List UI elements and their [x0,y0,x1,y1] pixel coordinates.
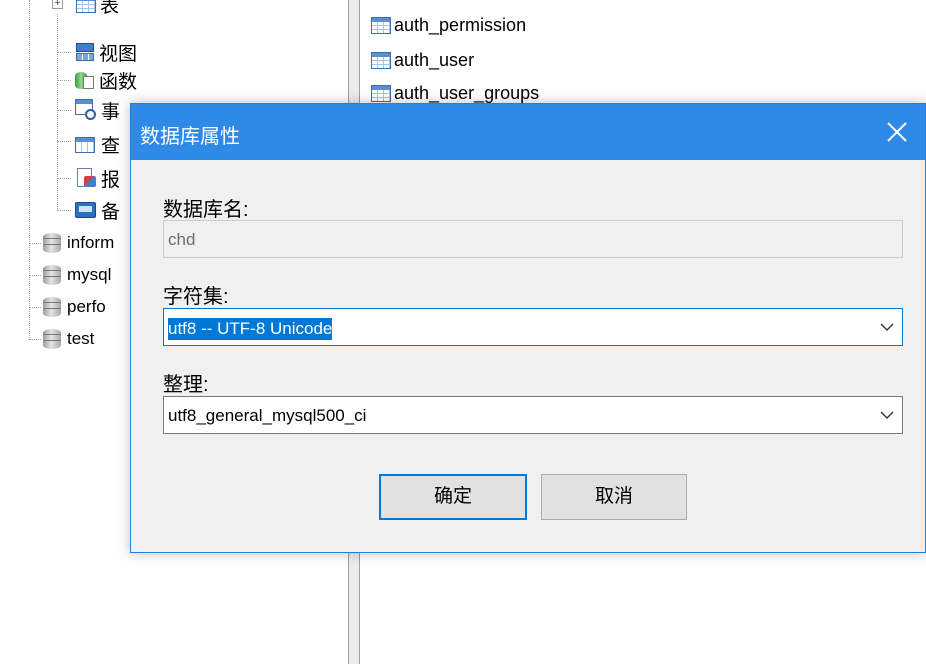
tree-node-label: 查 [101,135,121,157]
tree-node-events[interactable]: 事 [75,98,121,123]
collation-label: 整理: [163,374,209,396]
database-properties-dialog: 数据库属性 数据库名: chd 字符集: utf8 -- UTF-8 Unico… [130,103,926,553]
list-item-label: auth_user_groups [394,82,540,103]
tree-db-label: mysql [67,265,112,284]
tree-node-functions[interactable]: 函数 [75,68,138,93]
database-cylinder-icon [41,328,63,350]
tree-node-label: 事 [101,101,121,123]
tree-connector [57,178,71,179]
tree-node-label: 表 [100,0,120,17]
expand-toggle[interactable]: + [52,0,63,9]
ok-button[interactable]: 确定 [379,474,527,520]
tree-db-test[interactable]: test [41,327,94,351]
close-icon [887,122,907,142]
tree-db-performance-schema[interactable]: perfo [41,295,106,319]
tree-connector [57,14,58,211]
list-item-label: auth_user [394,49,475,70]
dialog-title: 数据库属性 [140,126,240,148]
list-item-table[interactable]: auth_user [371,47,474,73]
tree-db-label: test [67,329,95,348]
event-clock-icon [75,99,97,121]
tree-node-backups[interactable]: 备 [75,198,121,223]
tree-connector [29,0,30,340]
tree-db-label: perfo [67,297,106,316]
charset-select[interactable]: utf8 -- UTF-8 Unicode [163,308,903,346]
charset-value: utf8 -- UTF-8 Unicode [168,318,333,340]
list-item-label: auth_permission [394,14,527,35]
database-cylinder-icon [41,232,63,254]
tree-connector [57,141,71,142]
tree-db-information-schema[interactable]: inform [41,231,114,255]
tree-connector [29,339,41,340]
tree-connector [29,275,41,276]
view-icon [75,43,95,61]
tree-node-views[interactable]: 视图 [75,40,138,65]
tree-db-mysql[interactable]: mysql [41,263,111,287]
db-name-label: 数据库名: [163,199,249,221]
tree-node-tables[interactable]: 表 [76,0,120,17]
query-icon [75,134,97,154]
table-grid-icon [371,51,391,69]
backup-icon [75,201,97,219]
dialog-title-bar[interactable]: 数据库属性 [131,104,925,160]
tree-connector [29,307,41,308]
chevron-down-icon [880,323,894,331]
table-grid-icon [371,84,391,102]
table-grid-icon [371,16,391,34]
tree-connector [57,210,71,211]
collation-value: utf8_general_mysql500_ci [168,406,367,425]
tree-node-label: 视图 [99,43,138,65]
database-cylinder-icon [41,264,63,286]
db-name-field: chd [163,220,903,258]
db-name-value: chd [168,230,196,249]
tree-node-reports[interactable]: 报 [75,166,121,191]
tree-node-label: 报 [101,169,121,191]
chevron-down-icon [880,411,894,419]
tree-connector [57,52,71,53]
tree-connector [57,80,71,81]
collation-select[interactable]: utf8_general_mysql500_ci [163,396,903,434]
database-cylinder-icon [41,296,63,318]
tree-connector [57,110,71,111]
tree-node-label: 函数 [99,71,138,93]
tree-node-label: 备 [101,201,121,223]
tree-db-label: inform [67,233,115,252]
tree-connector [29,243,41,244]
table-grid-icon [76,0,96,13]
list-item-table[interactable]: auth_permission [371,12,526,38]
charset-label: 字符集: [163,286,229,308]
tree-node-queries[interactable]: 查 [75,132,121,157]
function-icon [75,70,95,90]
report-icon [75,168,97,188]
cancel-button[interactable]: 取消 [541,474,687,520]
close-button[interactable] [869,104,925,160]
